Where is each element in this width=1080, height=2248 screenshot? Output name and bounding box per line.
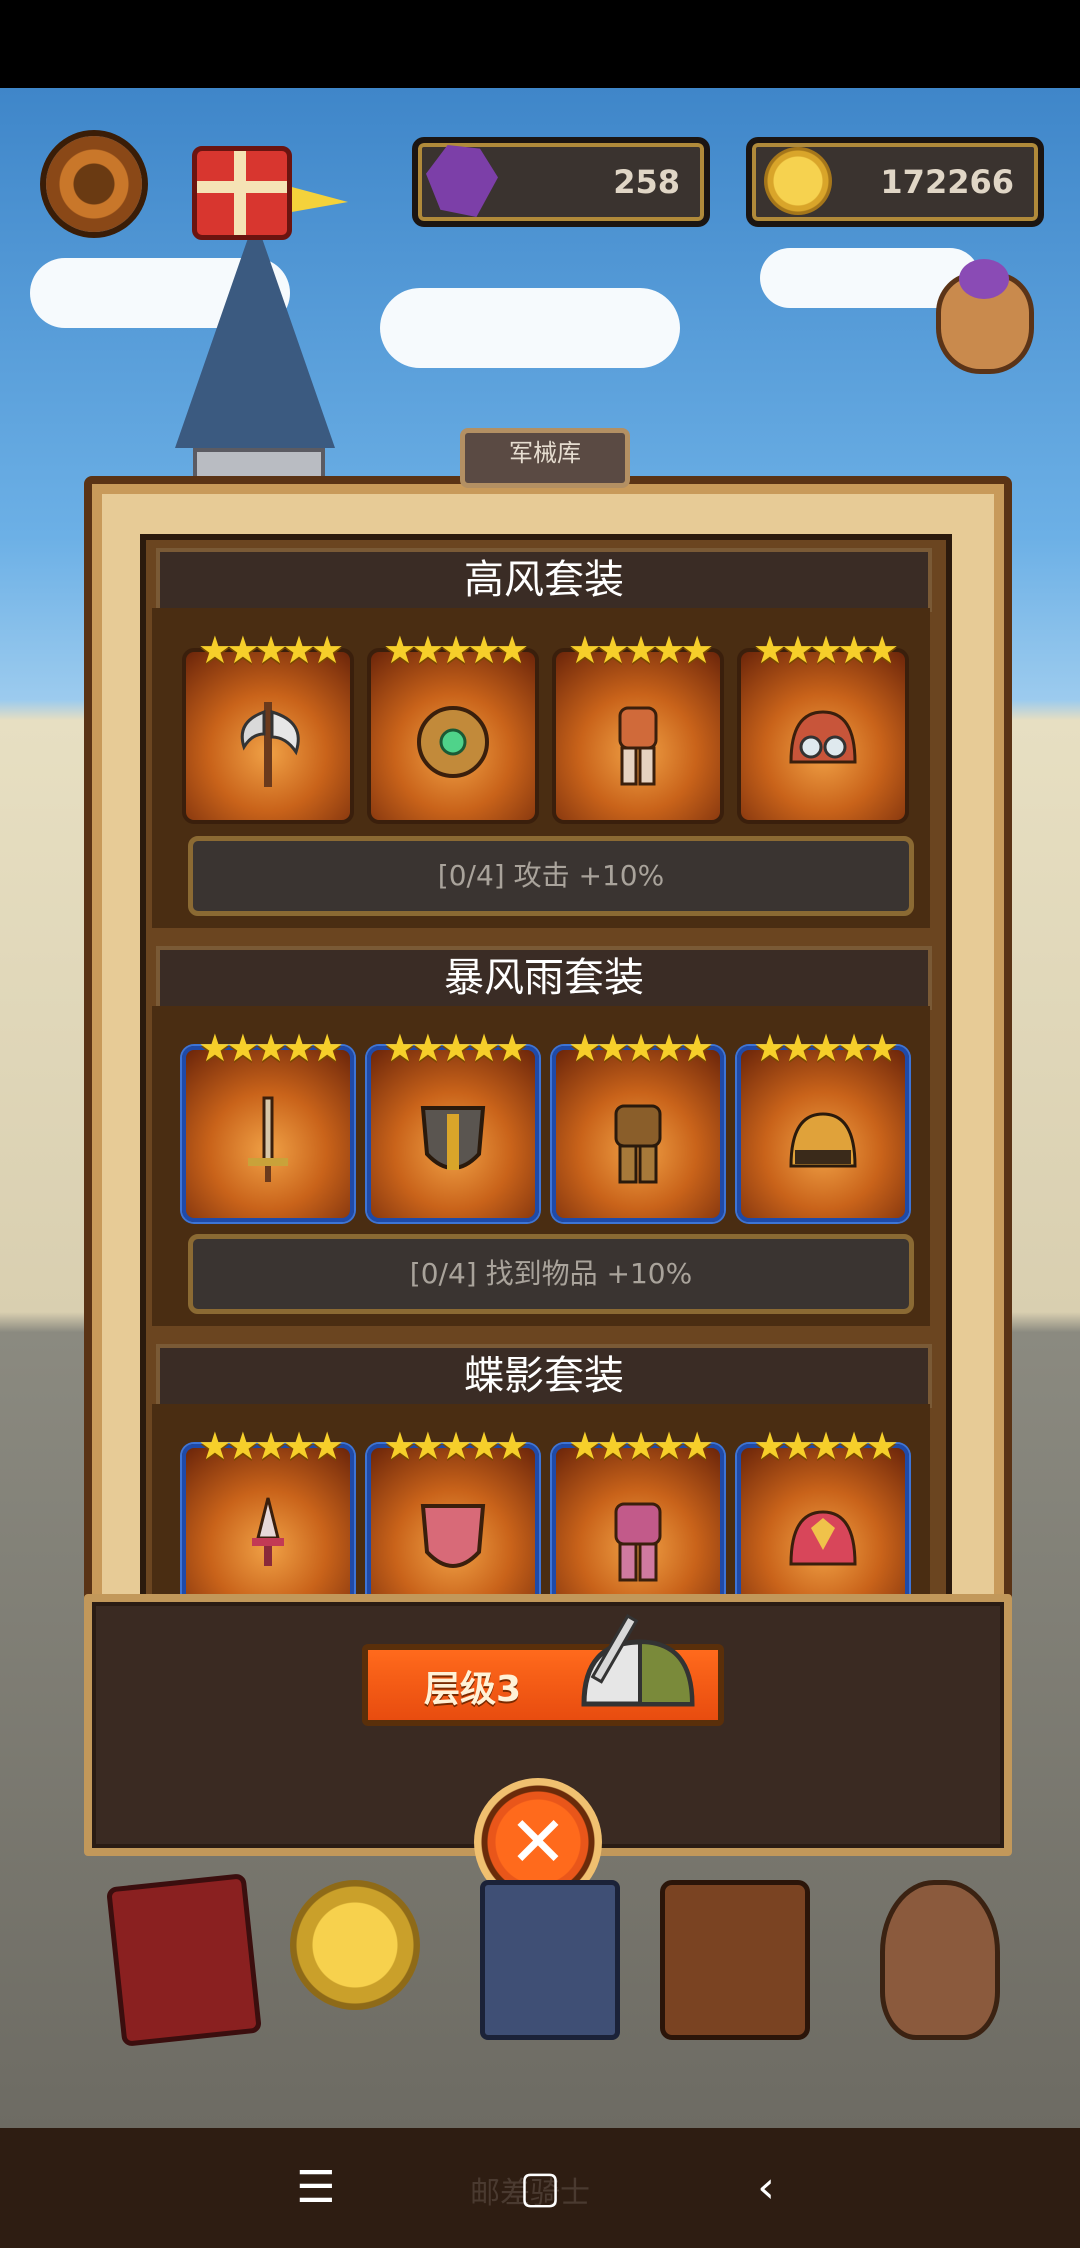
equipment-slot[interactable]: ★★★★★ (737, 628, 909, 824)
gear-icon[interactable] (46, 136, 142, 232)
star-rating: ★★★★★ (752, 1026, 899, 1070)
star-medal-icon[interactable] (290, 1880, 420, 2010)
gem-count: 258 (613, 163, 680, 201)
loot-bag-icon[interactable] (936, 259, 1034, 374)
back-icon[interactable]: ‹ (736, 2158, 796, 2218)
shield-icon (420, 1504, 486, 1568)
status-bar (0, 0, 1080, 88)
star-rating: ★★★★★ (567, 1026, 714, 1070)
equipment-slot[interactable]: ★★★★★ (182, 1026, 354, 1222)
menu-icon[interactable]: ☰ (286, 2158, 346, 2218)
system-navbar: ☰ 邮差骑士 ▢ ‹ (0, 2128, 1080, 2248)
level-label: 层级3 (424, 1669, 522, 1710)
sword-icon (248, 1096, 288, 1182)
coin-count: 172266 (880, 163, 1014, 201)
equipment-slot[interactable]: ★★★★★ (367, 1026, 539, 1222)
equipment-slot[interactable]: ★★★★★ (552, 1424, 724, 1600)
star-rating: ★★★★★ (752, 1424, 899, 1468)
equipment-slot[interactable]: ★★★★★ (552, 628, 724, 824)
coin-counter: 172266 (746, 137, 1044, 227)
dagger-icon (252, 1497, 284, 1566)
star-rating: ★★★★★ (567, 1424, 714, 1468)
goggle-helmet-icon (789, 710, 857, 764)
axe-icon (240, 702, 300, 787)
cloud (380, 288, 680, 368)
tower-roof (175, 218, 335, 448)
equipment-slot[interactable]: ★★★★★ (182, 628, 354, 824)
set-title: 暴风雨套装 (156, 946, 932, 1010)
set-bonus: [0/4] 攻击 +10% (188, 836, 914, 916)
star-rating: ★★★★★ (382, 628, 529, 672)
helmet-icon (789, 1112, 857, 1168)
star-rating: ★★★★★ (382, 1026, 529, 1070)
gem-counter: 258 (412, 137, 710, 227)
equipment-slot[interactable]: ★★★★★ (367, 1424, 539, 1600)
armor-icon (614, 1502, 662, 1582)
shield-icon (420, 1106, 486, 1170)
armor-icon (614, 1104, 662, 1184)
spellbook-icon[interactable] (480, 1880, 620, 2040)
treasure-sack-icon[interactable] (880, 1880, 1000, 2040)
set-title: 高风套装 (156, 548, 932, 612)
book-icon[interactable] (106, 1873, 262, 2047)
star-rating: ★★★★★ (197, 1424, 344, 1468)
helmet-icon (789, 1510, 857, 1566)
set-items-row: ★★★★★ ★★★★★ ★★★★★ ★★★★★ [0/4] 找到物品 +10% (152, 1006, 930, 1326)
star-rating: ★★★★★ (197, 1026, 344, 1070)
equipment-slot[interactable]: ★★★★★ (737, 1026, 909, 1222)
armory-set-list[interactable]: 高风套装 ★★★★★ ★★★★★ ★★★★★ ★★★★★ [0/4] 攻击 +1… (140, 534, 952, 1606)
equipment-slot[interactable]: ★★★★★ (182, 1424, 354, 1600)
knight-helmet-icon (581, 1614, 695, 1707)
equipment-slot[interactable]: ★★★★★ (367, 628, 539, 824)
star-rating: ★★★★★ (567, 628, 714, 672)
star-rating: ★★★★★ (197, 628, 344, 672)
set-bonus: [0/4] 找到物品 +10% (188, 1234, 914, 1314)
set-title: 蝶影套装 (156, 1344, 932, 1408)
armor-icon (618, 706, 658, 786)
set-items-row: ★★★★★ ★★★★★ ★★★★★ ★★★★★ [0/4] 攻击 +10% (152, 608, 930, 928)
star-rating: ★★★★★ (752, 628, 899, 672)
satchel-icon[interactable] (660, 1880, 810, 2040)
armory-tab: 军械库 (460, 428, 630, 488)
gem-icon (426, 145, 498, 217)
equipment-slot[interactable]: ★★★★★ (552, 1026, 724, 1222)
shield-icon (417, 706, 489, 778)
home-icon[interactable]: ▢ (510, 2158, 570, 2218)
gift-icon[interactable] (192, 146, 292, 240)
coin-icon (764, 147, 832, 215)
star-rating: ★★★★★ (382, 1424, 529, 1468)
set-items-row: ★★★★★ ★★★★★ ★★★★★ ★★★★★ (152, 1404, 930, 1600)
equipment-slot[interactable]: ★★★★★ (737, 1424, 909, 1600)
